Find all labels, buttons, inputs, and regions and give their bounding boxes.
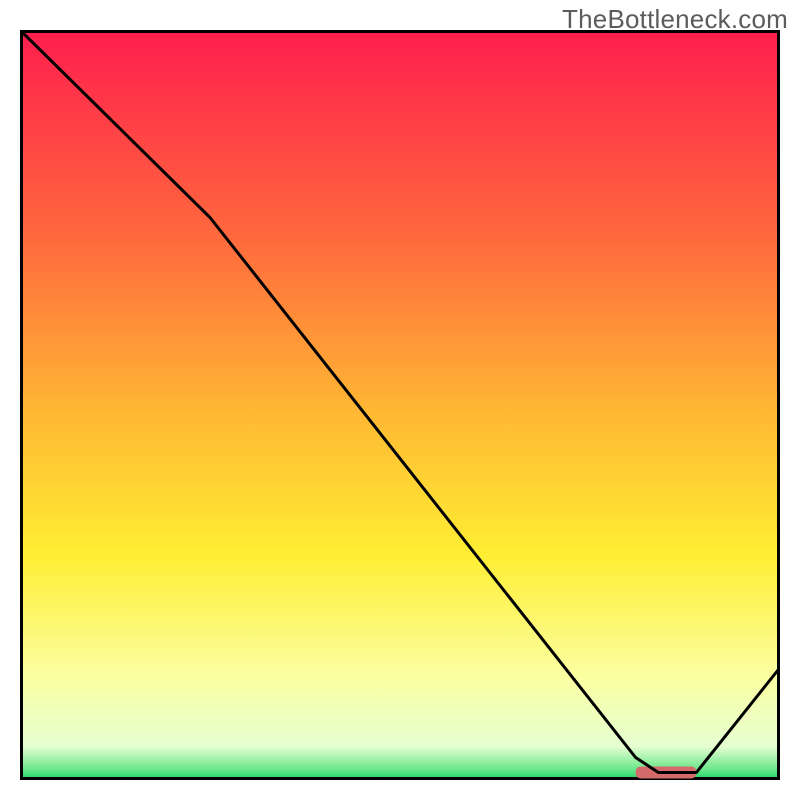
chart-svg [20, 30, 780, 780]
plot-area [20, 30, 780, 780]
watermark-label: TheBottleneck.com [562, 4, 788, 35]
chart-container: TheBottleneck.com [0, 0, 800, 800]
